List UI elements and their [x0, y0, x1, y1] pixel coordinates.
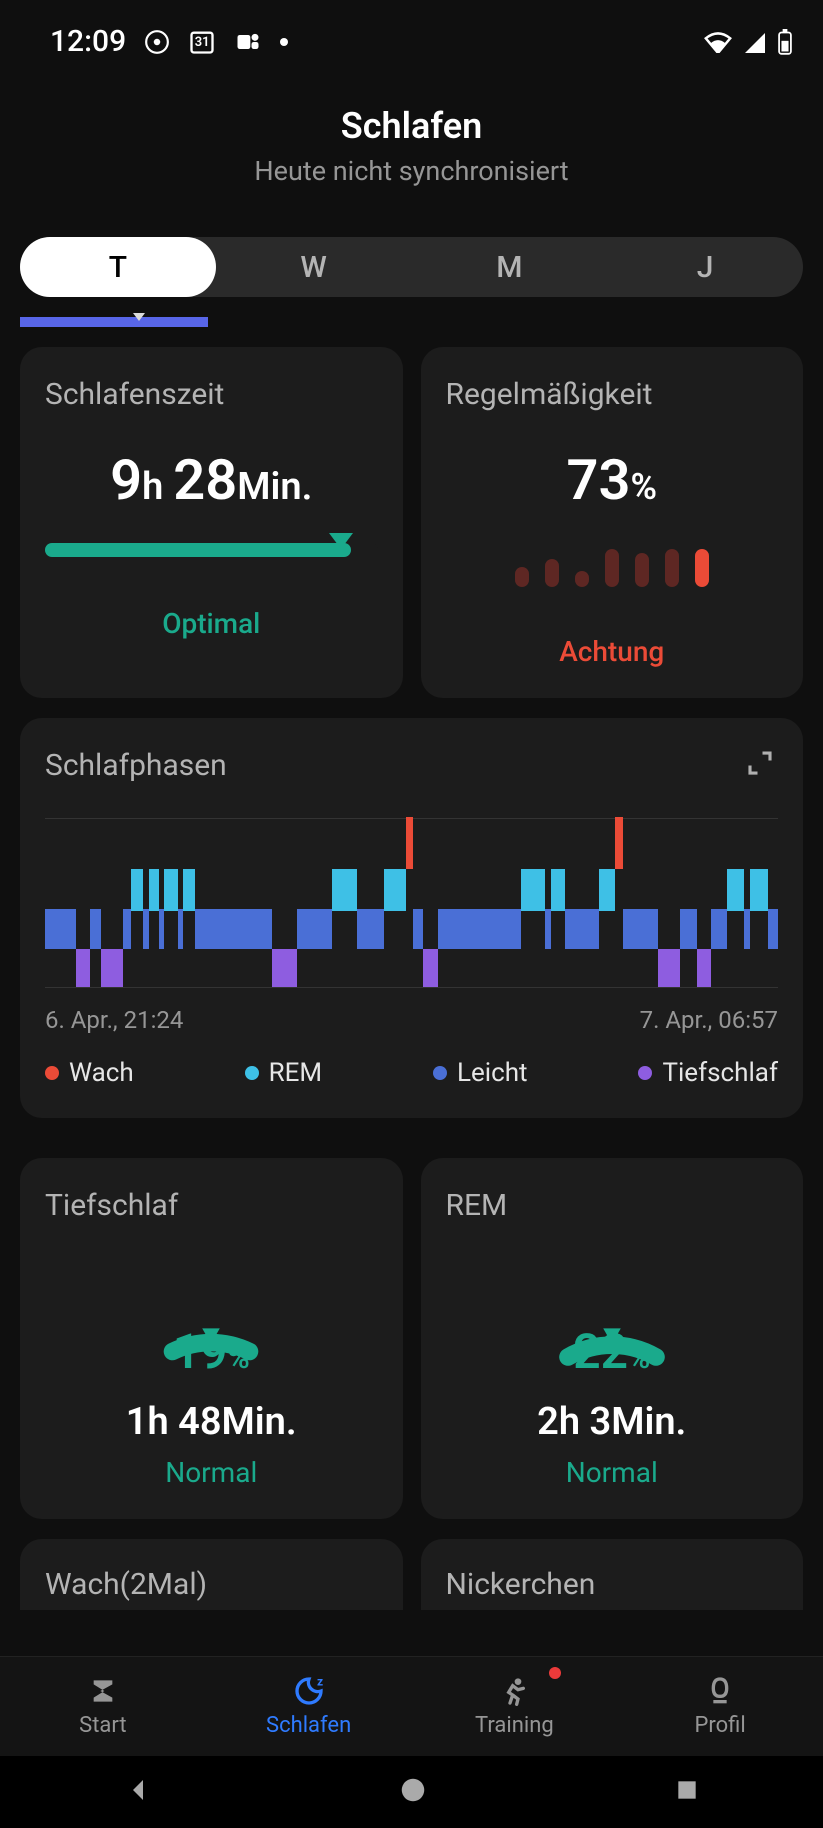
moon-icon: z	[291, 1675, 327, 1707]
regularity-value: 73%	[446, 447, 779, 513]
calendar-icon: 31	[188, 28, 216, 56]
back-button[interactable]	[123, 1775, 153, 1809]
page-header: Schlafen Heute nicht synchronisiert	[0, 65, 823, 207]
location-icon	[144, 29, 170, 55]
sleep-time-status: Optimal	[45, 607, 378, 640]
nav-start[interactable]: Start	[0, 1657, 206, 1756]
nav-training[interactable]: Training	[412, 1657, 618, 1756]
status-bar: 12:09 31	[0, 0, 823, 65]
card-regularity[interactable]: Regelmäßigkeit 73% Achtung	[421, 347, 804, 698]
regularity-bars	[446, 543, 779, 587]
phases-chart	[45, 818, 778, 988]
card-sleep-phases[interactable]: Schlafphasen 6. Apr., 21:24 7. Apr., 06:…	[20, 718, 803, 1118]
sigma-icon	[85, 1675, 121, 1707]
phases-end-time: 7. Apr., 06:57	[640, 1006, 778, 1034]
card-title: Schlafphasen	[45, 748, 778, 783]
running-icon	[496, 1675, 532, 1707]
card-sleep-time[interactable]: Schlafenszeit 9h 28Min. Optimal	[20, 347, 403, 698]
tab-week[interactable]: W	[216, 237, 412, 297]
card-title: REM	[446, 1188, 779, 1223]
mini-timeline	[20, 317, 803, 327]
bottom-nav: Start z Schlafen Training Profil	[0, 1656, 823, 1756]
notification-dot-icon	[549, 1667, 561, 1679]
tab-month[interactable]: M	[412, 237, 608, 297]
legend-wake: Wach	[45, 1058, 134, 1088]
wifi-icon	[703, 31, 733, 53]
rem-sleep-status: Normal	[566, 1456, 658, 1489]
card-rem-sleep[interactable]: REM 22% 2h 3Min. Normal	[421, 1158, 804, 1519]
profile-icon	[702, 1675, 738, 1707]
status-time: 12:09	[50, 24, 126, 59]
expand-icon[interactable]	[745, 748, 775, 778]
card-nap[interactable]: Nickerchen	[421, 1539, 804, 1610]
deep-sleep-status: Normal	[165, 1456, 257, 1489]
card-title: Nickerchen	[446, 1567, 779, 1602]
period-tabs: T W M J	[20, 237, 803, 297]
rem-sleep-duration: 2h 3Min.	[537, 1400, 686, 1444]
nav-profile[interactable]: Profil	[617, 1657, 823, 1756]
card-title: Regelmäßigkeit	[446, 377, 779, 412]
phases-times: 6. Apr., 21:24 7. Apr., 06:57	[45, 1006, 778, 1034]
sleep-time-progress	[45, 543, 378, 557]
tab-day[interactable]: T	[20, 237, 216, 297]
signal-icon	[743, 31, 767, 53]
card-deep-sleep[interactable]: Tiefschlaf 19% 1h 48Min. Normal	[20, 1158, 403, 1519]
rem-sleep-gauge	[502, 1258, 722, 1368]
deep-sleep-gauge	[101, 1258, 321, 1368]
tab-year[interactable]: J	[607, 237, 803, 297]
page-subtitle: Heute nicht synchronisiert	[0, 155, 823, 187]
page-title: Schlafen	[0, 105, 823, 147]
sleep-time-value: 9h 28Min.	[45, 447, 378, 513]
phases-start-time: 6. Apr., 21:24	[45, 1006, 183, 1034]
more-dot-icon	[280, 38, 288, 46]
system-nav	[0, 1756, 823, 1828]
card-title: Schlafenszeit	[45, 377, 378, 412]
nav-sleep[interactable]: z Schlafen	[206, 1657, 412, 1756]
svg-text:z: z	[317, 1675, 323, 1689]
legend-deep: Tiefschlaf	[638, 1058, 778, 1088]
card-title: Tiefschlaf	[45, 1188, 378, 1223]
legend-rem: REM	[245, 1058, 323, 1088]
card-title: Wach(2Mal)	[45, 1567, 378, 1602]
home-button[interactable]	[398, 1775, 428, 1809]
chevron-down-icon	[329, 533, 353, 549]
battery-icon	[777, 29, 793, 55]
phases-legend: Wach REM Leicht Tiefschlaf	[45, 1058, 778, 1088]
teams-icon	[234, 28, 262, 56]
recents-button[interactable]	[674, 1777, 700, 1807]
deep-sleep-duration: 1h 48Min.	[126, 1400, 297, 1444]
card-wake[interactable]: Wach(2Mal)	[20, 1539, 403, 1610]
regularity-status: Achtung	[446, 635, 779, 668]
legend-light: Leicht	[433, 1058, 528, 1088]
